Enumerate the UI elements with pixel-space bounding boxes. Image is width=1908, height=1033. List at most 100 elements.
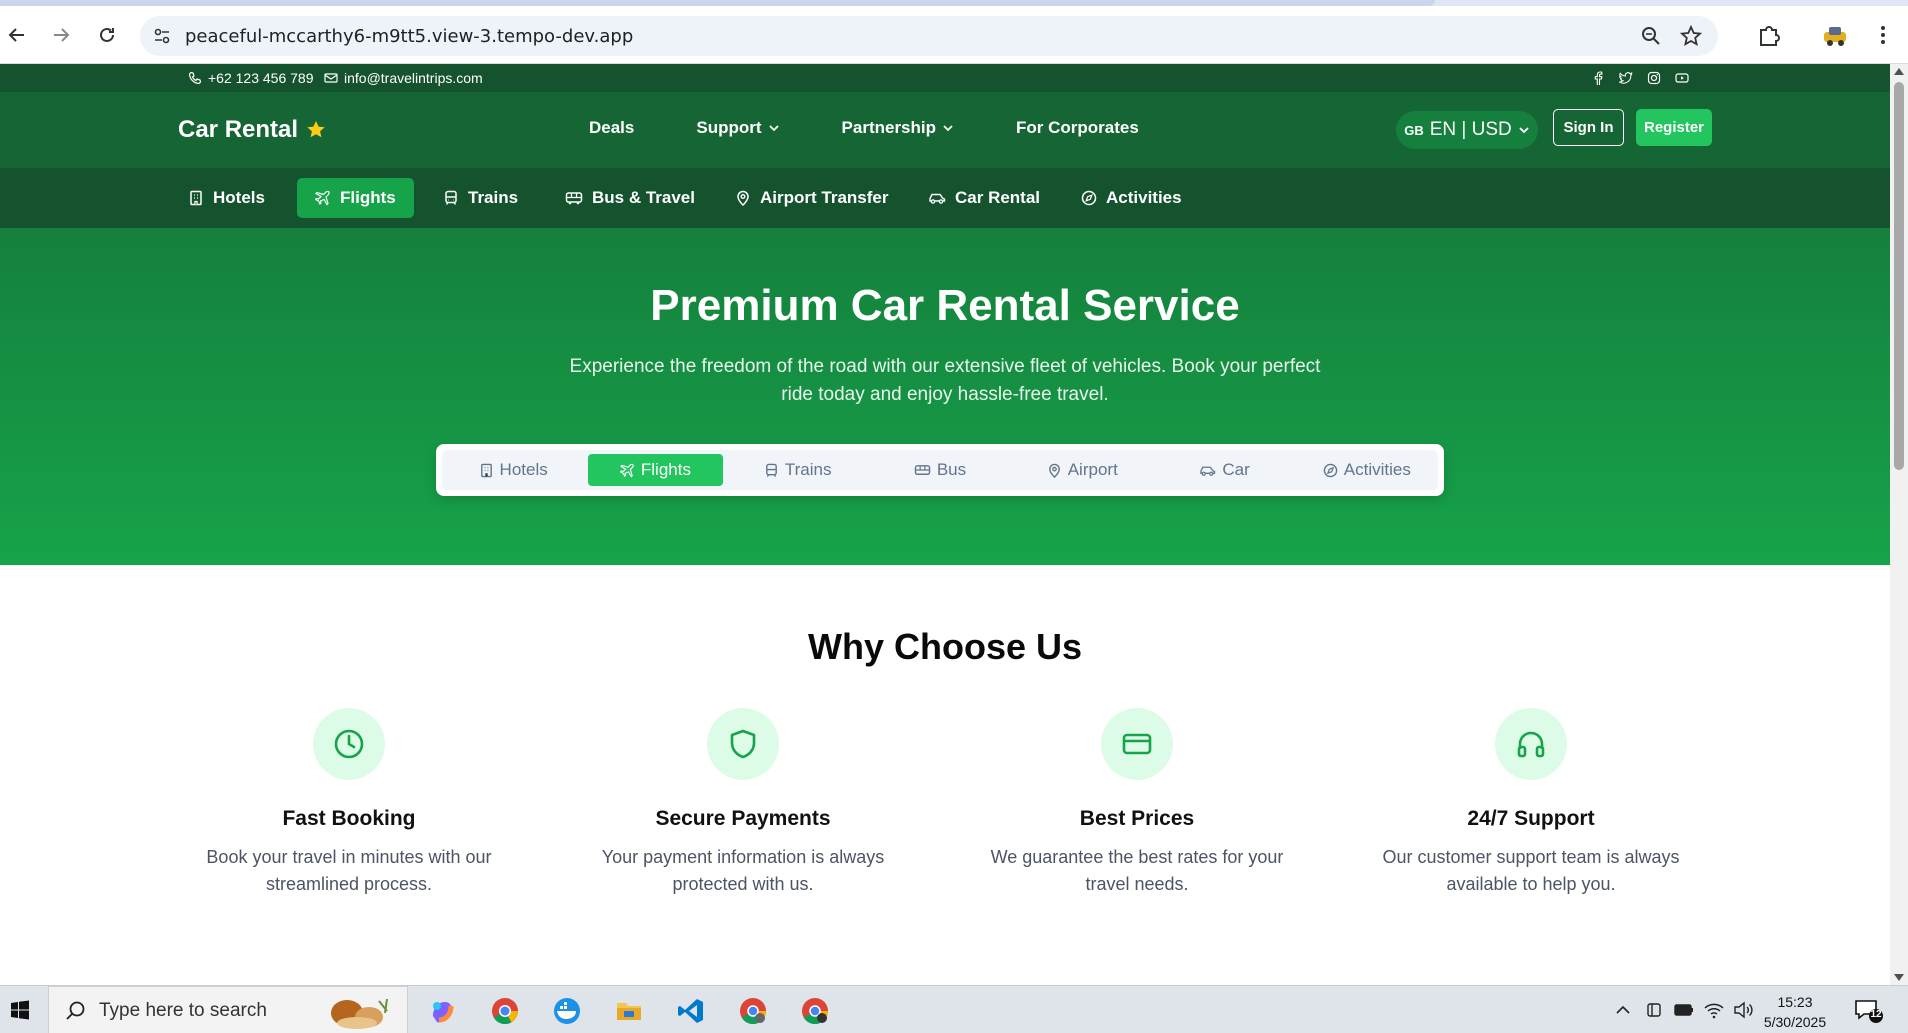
category-bus-travel[interactable]: Bus & Travel	[547, 178, 713, 218]
tab-hotels[interactable]: Hotels	[446, 454, 580, 486]
instagram-icon[interactable]	[1646, 70, 1662, 86]
notification-center-icon[interactable]: 12	[1854, 998, 1884, 1024]
category-activities[interactable]: Activities	[1063, 178, 1200, 218]
bookmark-star-icon[interactable]	[1679, 24, 1703, 47]
category-hotels[interactable]: Hotels	[170, 178, 283, 218]
browser-menu-icon[interactable]	[1870, 22, 1896, 48]
scroll-up-icon[interactable]	[1894, 68, 1904, 75]
category-hotels-label: Hotels	[213, 188, 265, 207]
feature-card: 24/7 Support Our customer support team i…	[1361, 708, 1701, 898]
chevron-down-icon	[1519, 127, 1529, 134]
notification-count: 12	[1870, 1009, 1882, 1020]
car-icon	[929, 193, 946, 204]
compass-icon	[1323, 463, 1338, 477]
nav-for-corporates[interactable]: For Corporates	[1016, 118, 1139, 138]
tab-trains[interactable]: Trains	[731, 454, 865, 486]
tab-airport-label: Airport	[1067, 460, 1118, 479]
nav-deals-label: Deals	[589, 118, 635, 137]
vscode-app-icon[interactable]	[674, 994, 708, 1028]
youtube-icon[interactable]	[1674, 70, 1690, 86]
facebook-icon[interactable]	[1590, 70, 1606, 86]
building-icon	[480, 463, 492, 477]
tray-chevron-up-icon[interactable]	[1613, 1000, 1633, 1020]
nav-support[interactable]: Support	[696, 118, 779, 138]
headphones-icon	[1517, 731, 1545, 758]
docker-app-icon[interactable]	[550, 994, 584, 1028]
phone-contact[interactable]: +62 123 456 789	[188, 70, 314, 86]
forward-button[interactable]	[44, 18, 78, 52]
nav-partnership-label: Partnership	[841, 118, 937, 137]
copilot-app-icon[interactable]	[425, 994, 459, 1028]
site-info-icon[interactable]	[152, 26, 172, 46]
profile-avatar[interactable]	[1822, 22, 1850, 48]
os-taskbar: Type here to search 15:23 5/30/2025 12	[0, 985, 1908, 1033]
tab-airport[interactable]: Airport	[1015, 454, 1149, 486]
wifi-icon[interactable]	[1704, 1000, 1724, 1020]
star-icon	[307, 121, 325, 138]
file-explorer-icon[interactable]	[612, 994, 646, 1028]
tab-strip	[0, 0, 1908, 6]
compass-icon	[1081, 190, 1097, 206]
system-clock[interactable]: 15:23 5/30/2025	[1760, 992, 1830, 1032]
chevron-down-icon	[943, 125, 953, 132]
scroll-down-icon[interactable]	[1894, 974, 1904, 981]
chrome-app-icon[interactable]	[488, 994, 522, 1028]
search-placeholder: Type here to search	[99, 1000, 267, 1021]
category-bus-label: Bus & Travel	[592, 188, 695, 207]
chrome-profile-app-icon[interactable]	[798, 994, 832, 1028]
tab-bus[interactable]: Bus	[873, 454, 1007, 486]
category-car-rental[interactable]: Car Rental	[910, 178, 1058, 218]
nav-deals[interactable]: Deals	[589, 118, 634, 138]
shield-icon	[730, 729, 756, 759]
search-icon	[66, 1001, 85, 1020]
tray-device-icon[interactable]	[1644, 1000, 1664, 1020]
feature-title: Fast Booking	[282, 807, 416, 830]
tab-car[interactable]: Car	[1157, 454, 1291, 486]
contact-topbar: +62 123 456 789 info@travelintrips.com	[0, 64, 1890, 92]
category-flights[interactable]: Flights	[297, 178, 414, 218]
email-contact[interactable]: info@travelintrips.com	[324, 70, 483, 86]
main-navbar: Car Rental Deals Support Partnership For…	[0, 92, 1890, 168]
feature-title: Secure Payments	[655, 807, 831, 830]
volume-icon[interactable]	[1733, 1000, 1753, 1020]
category-airport-transfer[interactable]: Airport Transfer	[717, 178, 906, 218]
chrome-app-active-icon[interactable]	[736, 994, 770, 1028]
twitter-icon[interactable]	[1618, 70, 1634, 86]
tab-car-label: Car	[1222, 460, 1250, 479]
clock-date: 5/30/2025	[1763, 1014, 1827, 1030]
credit-card-icon	[1122, 733, 1152, 755]
tab-activities[interactable]: Activities	[1300, 454, 1434, 486]
plane-icon	[619, 463, 634, 478]
url-text[interactable]: peaceful-mccarthy6-m9tt5.view-3.tempo-de…	[185, 26, 633, 47]
battery-icon[interactable]	[1674, 1000, 1694, 1020]
reload-icon	[100, 27, 114, 42]
feature-text: We guarantee the best rates for your tra…	[990, 847, 1284, 894]
language-currency-select[interactable]: GB EN | USD	[1396, 111, 1538, 149]
flag-gb: GB	[1404, 122, 1424, 138]
nav-support-label: Support	[696, 118, 762, 137]
category-trains[interactable]: Trains	[425, 178, 536, 218]
tab-flights[interactable]: Flights	[588, 454, 723, 486]
feature-icon-circle	[1495, 708, 1567, 780]
scrollbar-thumb[interactable]	[1894, 82, 1904, 470]
primary-nav: Deals Support Partnership For Corporates	[589, 118, 1139, 138]
reload-button[interactable]	[90, 18, 124, 52]
brand-logo[interactable]: Car Rental	[178, 116, 326, 144]
language-currency-label: EN | USD	[1429, 119, 1512, 140]
page-scrollbar[interactable]	[1890, 64, 1908, 985]
back-button[interactable]	[0, 18, 34, 52]
sign-in-button[interactable]: Sign In	[1553, 109, 1624, 146]
register-button[interactable]: Register	[1636, 109, 1712, 146]
zoom-icon[interactable]	[1640, 25, 1662, 47]
feature-title: Best Prices	[1079, 807, 1195, 830]
taskbar-search[interactable]: Type here to search	[48, 986, 408, 1033]
address-bar[interactable]: peaceful-mccarthy6-m9tt5.view-3.tempo-de…	[140, 16, 1718, 56]
car-icon	[1200, 466, 1216, 476]
feature-card: Secure Payments Your payment information…	[573, 708, 913, 898]
nav-partnership[interactable]: Partnership	[842, 118, 954, 138]
start-button[interactable]	[0, 986, 40, 1033]
clock-icon	[334, 729, 364, 759]
extensions-puzzle-icon[interactable]	[1756, 22, 1782, 48]
booking-tabs: Hotels Flights Trains Bus Airport Car Ac…	[436, 444, 1444, 496]
feature-icon-circle	[313, 708, 385, 780]
